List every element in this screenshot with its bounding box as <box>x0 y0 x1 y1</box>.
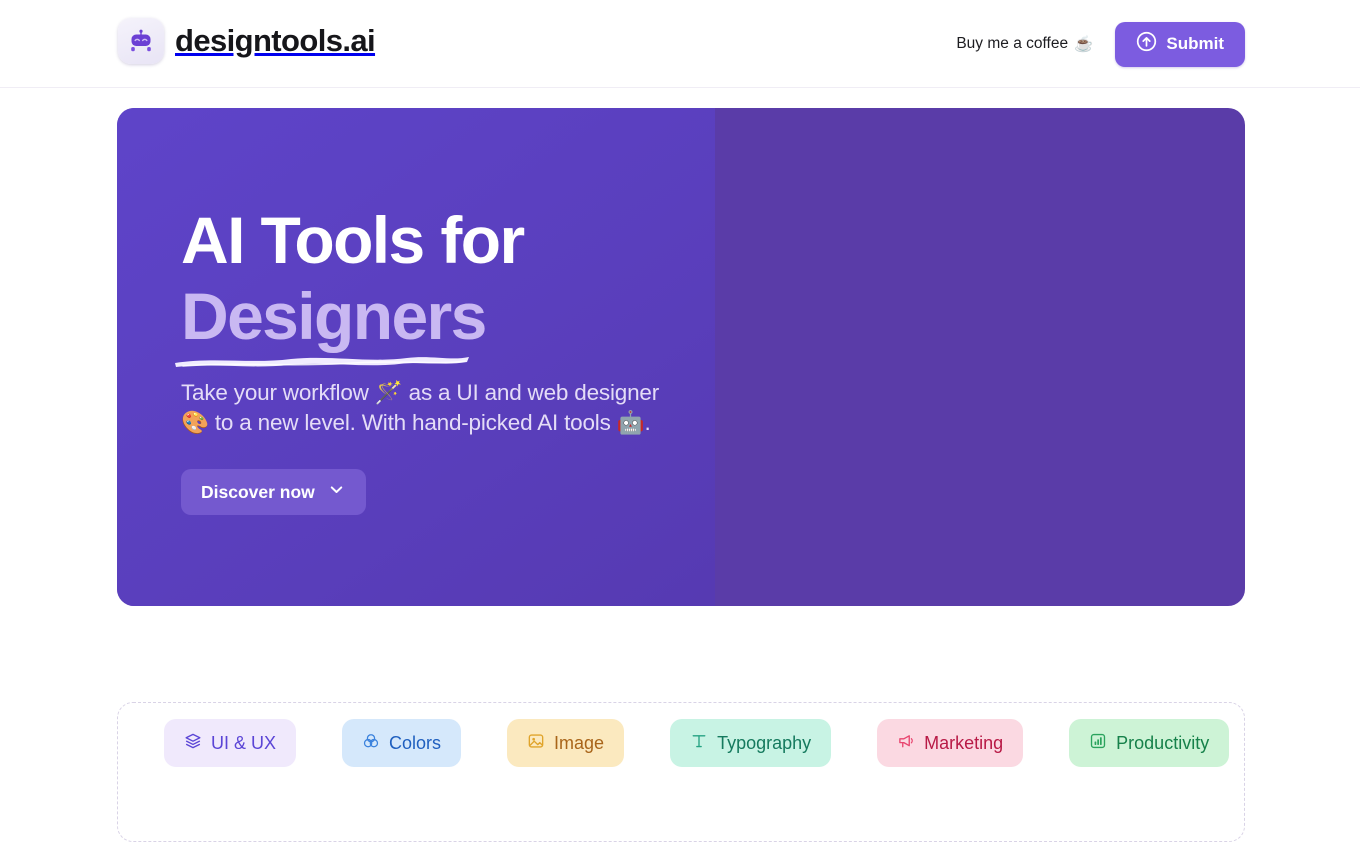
hand-drawn-underline-icon <box>175 357 469 367</box>
circles-icon <box>362 732 380 755</box>
hero-title-line-1: AI Tools for <box>181 203 525 277</box>
chevron-down-icon <box>327 480 346 504</box>
hero-banner: AI Tools for Designers Take your workflo… <box>117 108 1245 606</box>
buy-me-a-coffee-link[interactable]: Buy me a coffee ☕ <box>956 35 1093 54</box>
category-chip-ui-ux[interactable]: UI & UX <box>164 719 297 767</box>
category-chip-colors[interactable]: Colors <box>342 719 462 767</box>
category-chip-label: Image <box>554 732 605 753</box>
coffee-cup-icon: ☕ <box>1074 35 1094 53</box>
coffee-link-label: Buy me a coffee <box>956 35 1069 52</box>
category-chip-label: UI & UX <box>211 732 277 753</box>
category-chip-label: Productivity <box>1116 732 1210 753</box>
header-actions: Buy me a coffee ☕ Submit <box>956 0 1245 88</box>
hero-title-accent: Designers <box>181 279 487 353</box>
category-chip-label: Typography <box>717 732 812 753</box>
robot-logo-icon <box>118 18 164 64</box>
category-chip-marketing[interactable]: Marketing <box>877 719 1024 767</box>
submit-button[interactable]: Submit <box>1115 21 1245 67</box>
category-chip-typography[interactable]: Typography <box>670 719 832 767</box>
image-icon <box>527 732 545 755</box>
bar-chart-icon <box>1089 732 1107 755</box>
category-chip-label: Marketing <box>924 732 1004 753</box>
discover-now-button[interactable]: Discover now <box>181 469 366 515</box>
site-header: designtools.ai Buy me a coffee ☕ Submit <box>0 0 1360 88</box>
brand-name: designtools.ai <box>175 23 376 58</box>
category-panel: UI & UX Colors Image Typography Marketin… <box>117 702 1245 842</box>
hero-content: AI Tools for Designers Take your workflo… <box>175 202 741 515</box>
type-t-icon <box>690 732 708 755</box>
submit-button-label: Submit <box>1166 34 1224 53</box>
discover-now-label: Discover now <box>201 481 315 502</box>
brand-logo-link[interactable]: designtools.ai <box>118 18 376 64</box>
arrow-up-circle-icon <box>1136 31 1157 57</box>
category-chip-image[interactable]: Image <box>507 719 625 767</box>
hero-title-accent-wrap: Designers <box>175 278 487 367</box>
category-chip-productivity[interactable]: Productivity <box>1069 719 1230 767</box>
category-chip-row: UI & UX Colors Image Typography Marketin… <box>164 719 1230 767</box>
hero-title: AI Tools for Designers <box>175 202 741 367</box>
hero-subtitle: Take your workflow 🪄 as a UI and web des… <box>181 380 659 435</box>
megaphone-icon <box>897 732 915 755</box>
category-chip-label: Colors <box>389 732 442 753</box>
layers-icon <box>184 732 202 755</box>
